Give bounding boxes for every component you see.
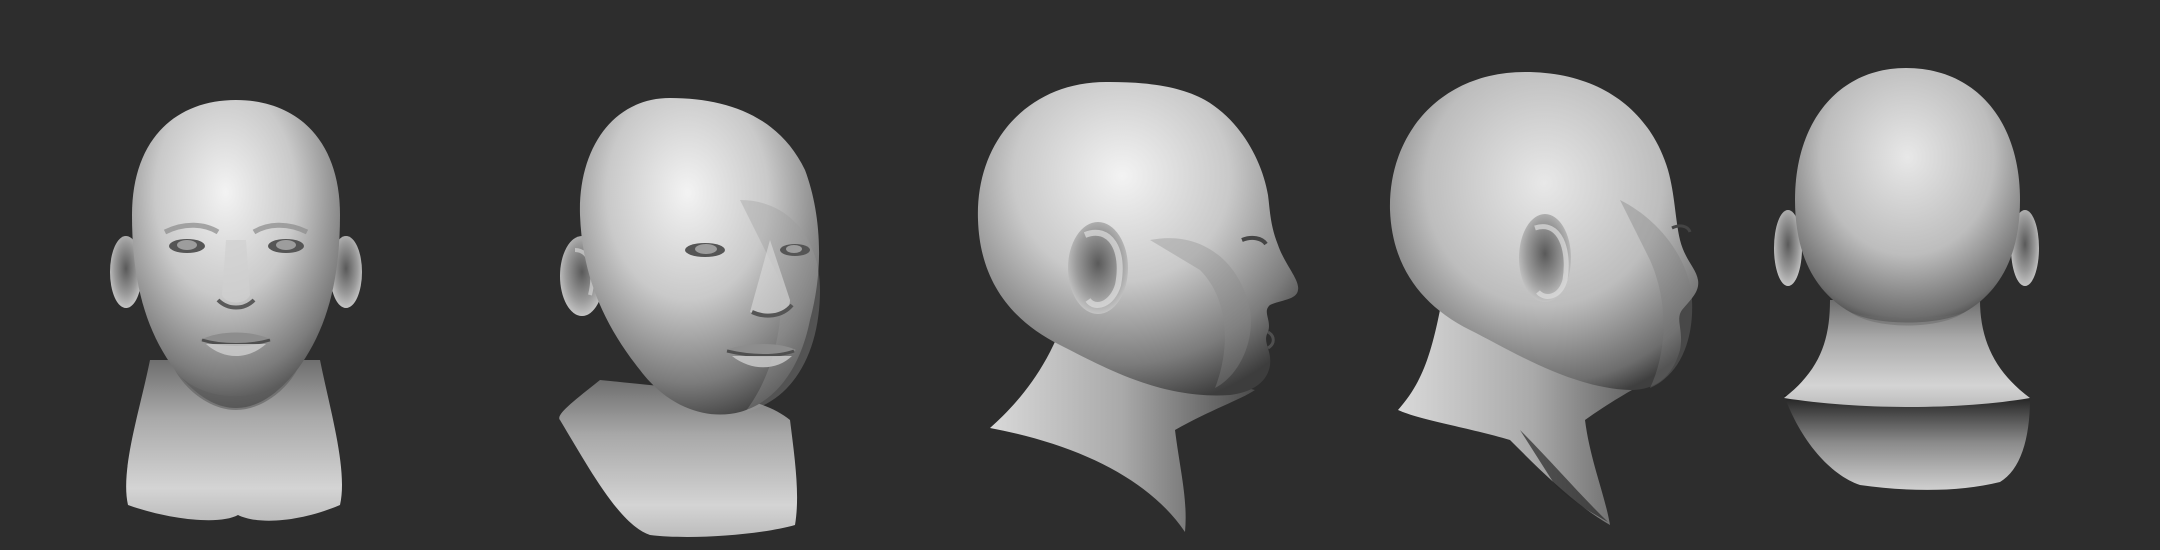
head-back (1795, 68, 2020, 323)
head-view-profile (977, 81, 1299, 532)
neck-cut-inner (1784, 395, 2030, 490)
sculpt-viewport[interactable] (0, 0, 2160, 550)
head-view-back (1774, 68, 2039, 490)
head-view-three-quarter (559, 98, 820, 537)
head-view-back-three-quarter (1389, 72, 1699, 525)
head-view-front (110, 100, 362, 521)
head-turnaround-render (110, 68, 2039, 537)
